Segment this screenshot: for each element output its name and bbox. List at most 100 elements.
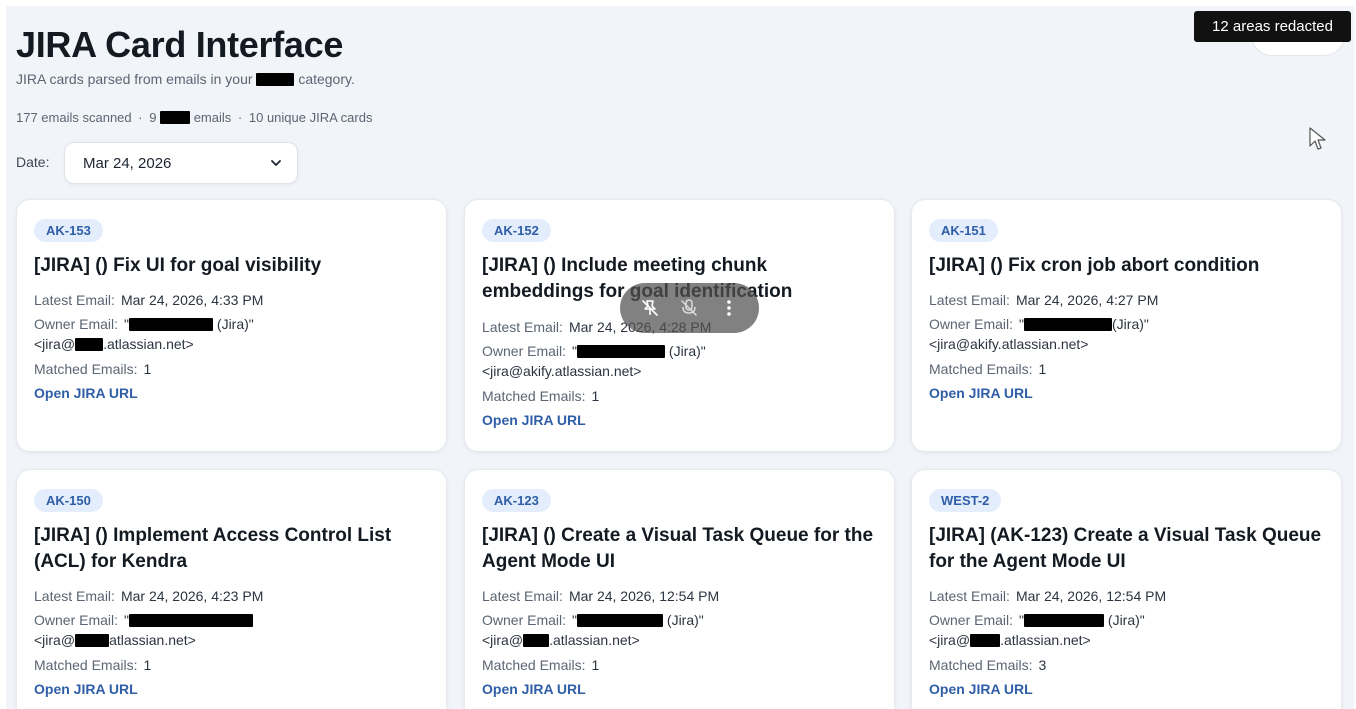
latest-label: Latest Email:	[929, 292, 1010, 308]
mic-off-icon[interactable]	[678, 297, 700, 319]
owner-label: Owner Email:	[482, 343, 567, 359]
owner-suffix: (Jira)"	[665, 343, 706, 359]
card-owner-email: Owner Email: " (Jira)" <jira@ .atlassian.n…	[929, 610, 1145, 650]
latest-label: Latest Email:	[482, 588, 563, 604]
matched-label: Matched Emails:	[929, 657, 1033, 673]
open-jira-link[interactable]: Open JIRA URL	[482, 412, 586, 428]
date-label: Date:	[16, 154, 50, 170]
matched-value: 1	[591, 657, 600, 673]
card-matched-emails: Matched Emails: 1	[929, 359, 1046, 379]
latest-value: Mar 24, 2026, 12:54 PM	[1015, 588, 1167, 604]
matched-value: 1	[143, 361, 152, 377]
scan-stats: 177 emails scanned · 9 emails · 10 uniqu…	[16, 110, 372, 125]
owner-suffix: (Jira)"	[663, 612, 704, 628]
card-key-badge: AK-151	[929, 219, 998, 242]
owner-address-prefix: <jira@	[482, 632, 524, 648]
latest-label: Latest Email:	[34, 588, 115, 604]
matched-value: 1	[1038, 361, 1047, 377]
owner-address-prefix: <jira@	[34, 632, 76, 648]
card-key-badge: WEST-2	[929, 489, 1002, 512]
latest-label: Latest Email:	[929, 588, 1010, 604]
matched-value: 1	[591, 388, 600, 404]
open-jira-link[interactable]: Open JIRA URL	[34, 681, 138, 697]
redacted-block	[1024, 318, 1113, 331]
card-latest-email: Latest Email: Mar 24, 2026, 4:27 PM	[929, 290, 1158, 310]
redacted-block	[1024, 614, 1105, 627]
redacted-block	[577, 614, 664, 627]
owner-address-prefix: <jira@	[34, 336, 76, 352]
latest-label: Latest Email:	[34, 292, 115, 308]
card-title: [JIRA] () Fix UI for goal visibility	[34, 255, 322, 276]
jira-card: AK-151 [JIRA] () Fix cron job abort cond…	[911, 199, 1342, 452]
owner-label: Owner Email:	[34, 316, 119, 332]
owner-address: <jira@akify.atlassian.net>	[482, 363, 642, 379]
redacted-block	[75, 338, 104, 351]
redacted-block	[577, 345, 666, 358]
date-select-value: Mar 24, 2026	[83, 154, 172, 172]
redacted-block	[75, 634, 110, 647]
card-key-badge: AK-153	[34, 219, 103, 242]
latest-label: Latest Email:	[482, 319, 563, 335]
owner-address: <jira@akify.atlassian.net>	[929, 336, 1089, 352]
owner-suffix: (Jira)"	[1104, 612, 1145, 628]
stats-unique: 10 unique JIRA cards	[248, 110, 373, 125]
owner-suffix: (Jira)"	[213, 316, 254, 332]
latest-value: Mar 24, 2026, 4:27 PM	[1015, 292, 1159, 308]
matched-label: Matched Emails:	[482, 657, 586, 673]
subtitle-suffix: category.	[298, 71, 355, 87]
redacted-block	[970, 634, 1001, 647]
open-jira-link[interactable]: Open JIRA URL	[929, 681, 1033, 697]
redacted-block	[256, 73, 295, 86]
latest-value: Mar 24, 2026, 4:33 PM	[120, 292, 264, 308]
open-jira-link[interactable]: Open JIRA URL	[34, 385, 138, 401]
card-matched-emails: Matched Emails: 1	[34, 655, 151, 675]
matched-value: 1	[143, 657, 152, 673]
owner-label: Owner Email:	[34, 612, 119, 628]
owner-suffix: (Jira)"	[1112, 316, 1149, 332]
matched-label: Matched Emails:	[34, 361, 138, 377]
app-window: JIRA Card Interface JIRA cards parsed fr…	[6, 6, 1354, 709]
owner-address-suffix: .atlassian.net>	[1000, 632, 1091, 648]
pin-off-icon[interactable]	[639, 297, 661, 319]
card-owner-email: Owner Email: " (Jira)" <jira@akify.atlassi…	[929, 314, 1149, 354]
stats-matched-prefix: 9	[149, 110, 161, 125]
card-latest-email: Latest Email: Mar 24, 2026, 12:54 PM	[929, 586, 1166, 606]
card-latest-email: Latest Email: Mar 24, 2026, 4:23 PM	[34, 586, 263, 606]
stats-separator: ·	[138, 110, 143, 125]
owner-address-suffix: .atlassian.net>	[103, 336, 194, 352]
owner-address-prefix: <jira@	[929, 632, 971, 648]
owner-label: Owner Email:	[482, 612, 567, 628]
card-latest-email: Latest Email: Mar 24, 2026, 12:54 PM	[482, 586, 719, 606]
card-matched-emails: Matched Emails: 1	[34, 359, 151, 379]
card-title: [JIRA] () Implement Access Control List …	[34, 525, 392, 572]
media-controls-overlay	[620, 283, 759, 333]
card-owner-email: Owner Email: " (Jira)" <jira@ .atlassian.n…	[482, 610, 704, 650]
matched-label: Matched Emails:	[34, 657, 138, 673]
card-key-badge: AK-152	[482, 219, 551, 242]
card-key-badge: AK-150	[34, 489, 103, 512]
card-matched-emails: Matched Emails: 1	[482, 386, 599, 406]
page-title: JIRA Card Interface	[16, 24, 344, 65]
latest-value: Mar 24, 2026, 12:54 PM	[568, 588, 720, 604]
card-matched-emails: Matched Emails: 3	[929, 655, 1046, 675]
card-owner-email: Owner Email: " (Jira)" <jira@akify.atlass…	[482, 341, 706, 381]
mouse-cursor-icon	[1309, 127, 1326, 150]
open-jira-link[interactable]: Open JIRA URL	[482, 681, 586, 697]
subtitle-prefix: JIRA cards parsed from emails in your	[16, 71, 253, 87]
chevron-down-icon	[271, 160, 281, 166]
matched-label: Matched Emails:	[482, 388, 586, 404]
owner-label: Owner Email:	[929, 316, 1014, 332]
jira-card: AK-150 [JIRA] () Implement Access Contro…	[16, 469, 447, 709]
page-subtitle: JIRA cards parsed from emails in your ca…	[16, 71, 355, 87]
latest-value: Mar 24, 2026, 4:23 PM	[120, 588, 264, 604]
matched-value: 3	[1038, 657, 1047, 673]
stats-separator: ·	[237, 110, 243, 125]
date-select[interactable]: Mar 24, 2026	[64, 142, 298, 184]
open-jira-link[interactable]: Open JIRA URL	[929, 385, 1033, 401]
card-owner-email: Owner Email: " (Jira)" <jira@ .atlassian.n…	[34, 314, 254, 354]
owner-label: Owner Email:	[929, 612, 1014, 628]
card-owner-email: Owner Email: " <jira@ atlassian.net>	[34, 610, 254, 650]
card-title: [JIRA] (AK-123) Create a Visual Task Que…	[929, 525, 1322, 572]
card-title: [JIRA] () Create a Visual Task Queue for…	[482, 525, 874, 572]
more-vertical-icon[interactable]	[718, 297, 740, 319]
